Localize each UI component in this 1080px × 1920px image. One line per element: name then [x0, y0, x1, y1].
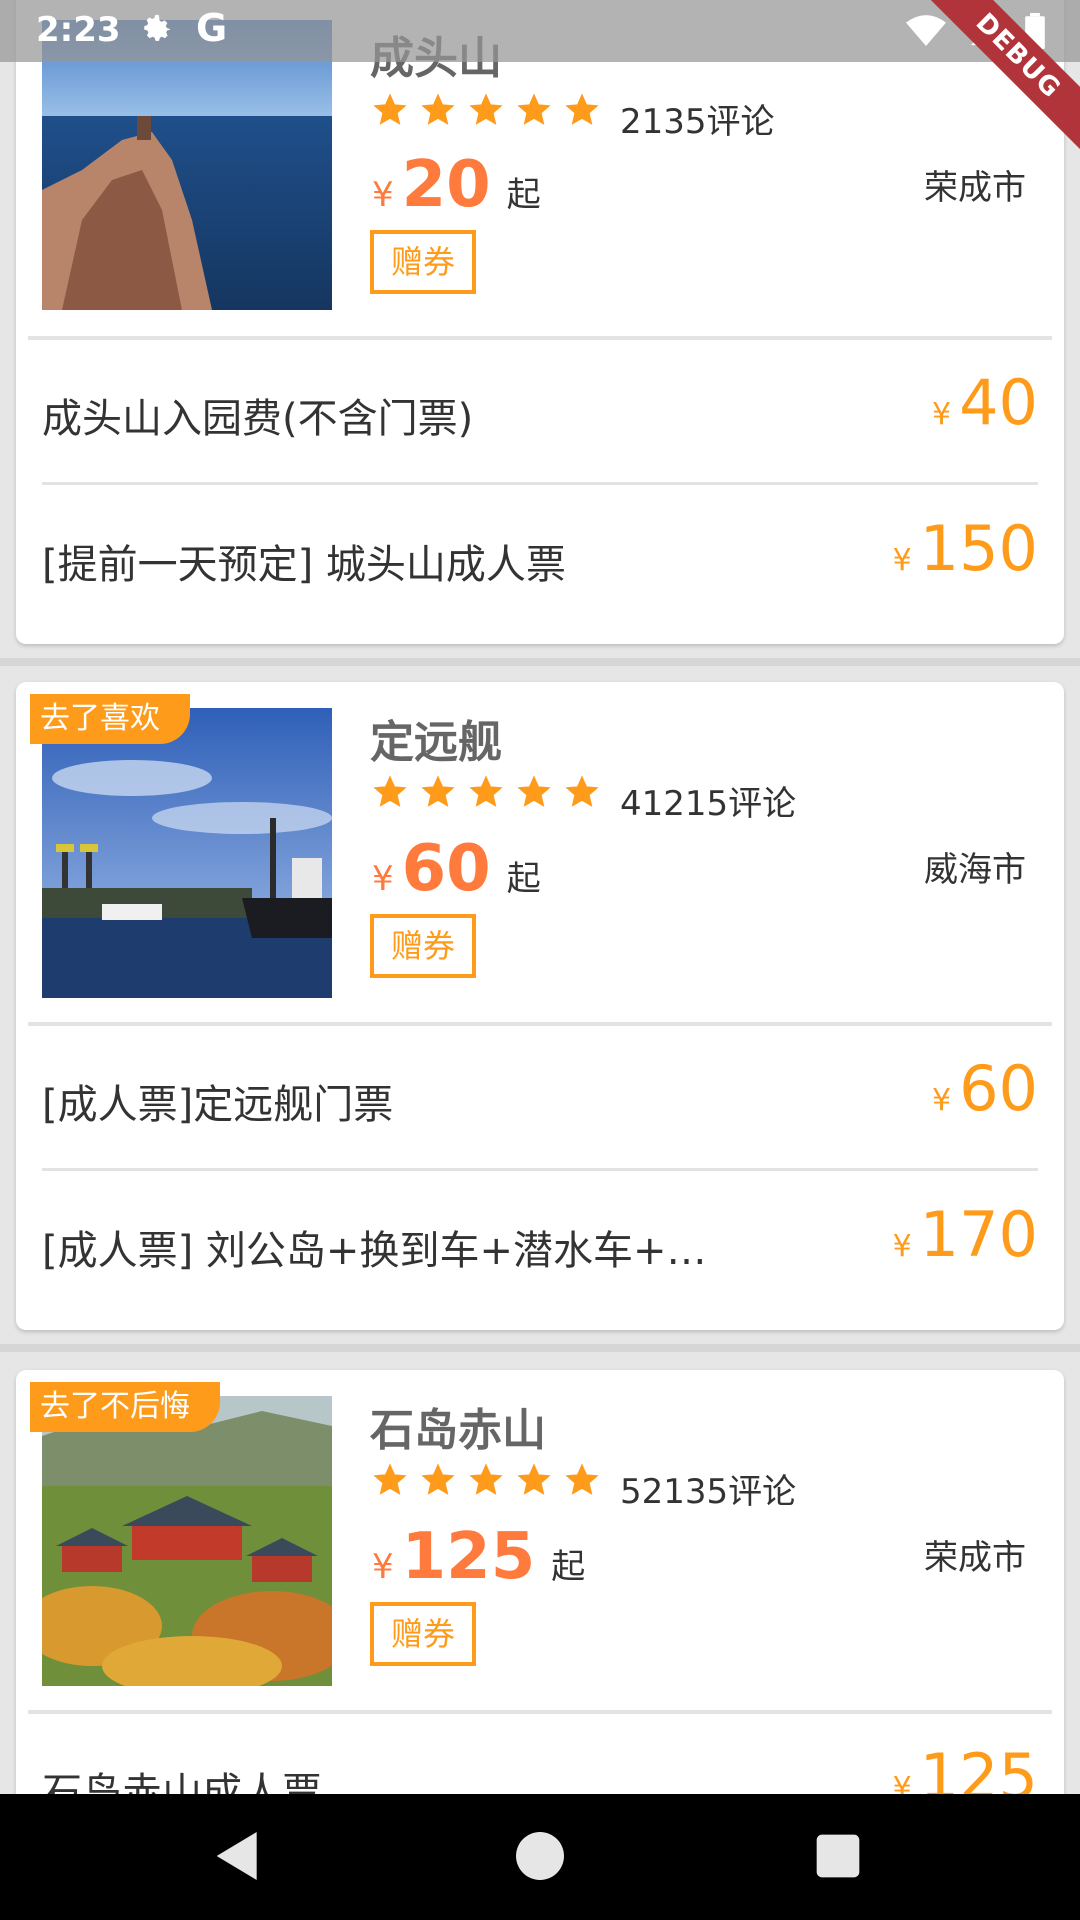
google-icon: G	[196, 6, 228, 50]
ticket-name: 石岛赤山成人票	[42, 1770, 322, 1794]
review-count: 2135评论	[620, 102, 775, 142]
coupon-badge[interactable]: 赠券	[370, 1602, 476, 1666]
ticket-name: [成人票] 刘公岛+换到车+潜水车+董...	[42, 1228, 742, 1274]
review-count: 41215评论	[620, 784, 797, 824]
divider	[42, 1168, 1038, 1171]
currency-symbol: ¥	[892, 1771, 912, 1794]
back-icon[interactable]	[206, 1824, 270, 1888]
star-icon	[469, 1463, 503, 1495]
scenic-card[interactable]: 去了喜欢 定远舰 41215评论 ¥ 60 起 威海市 赠券 [成人票]定远舰门…	[16, 682, 1064, 1330]
star-icon	[373, 1463, 407, 1495]
star-icon	[421, 775, 455, 807]
divider	[28, 1710, 1052, 1714]
currency-symbol: ¥	[892, 1229, 912, 1264]
start-price: ¥ 20 起	[372, 148, 541, 222]
ticket-name: [成人票]定远舰门票	[42, 1082, 394, 1128]
city-label: 荣成市	[924, 168, 1026, 208]
star-icon	[565, 93, 599, 125]
price-value: 60	[401, 832, 491, 906]
city-label: 威海市	[924, 850, 1026, 890]
star-icon	[421, 93, 455, 125]
coupon-badge[interactable]: 赠券	[370, 230, 476, 294]
star-icon	[373, 775, 407, 807]
scenic-photo	[42, 708, 332, 998]
price-suffix: 起	[506, 175, 541, 215]
coupon-badge[interactable]: 赠券	[370, 914, 476, 978]
star-icon	[517, 775, 551, 807]
scenic-title: 石岛赤山	[370, 1405, 546, 1456]
currency-symbol: ¥	[892, 543, 912, 578]
star-icon	[421, 1463, 455, 1495]
ticket-price-value: 170	[919, 1198, 1038, 1271]
star-icon	[517, 1463, 551, 1495]
ticket-price: ¥ 125	[893, 1740, 1038, 1794]
scenic-photo	[42, 1396, 332, 1686]
divider	[28, 1022, 1052, 1026]
gear-icon	[144, 14, 171, 41]
start-price: ¥ 60 起	[372, 832, 541, 906]
start-price: ¥ 125 起	[372, 1520, 585, 1594]
review-count: 52135评论	[620, 1472, 797, 1512]
status-bar: 2:23 G DEBUG	[0, 0, 1080, 157]
ticket-name: [提前一天预定] 城头山成人票	[42, 542, 566, 588]
ticket-item[interactable]: 石岛赤山成人票 ¥ 125	[42, 1716, 1038, 1794]
home-icon[interactable]	[508, 1824, 572, 1888]
currency-symbol: ¥	[932, 397, 952, 432]
scroll-list[interactable]: 成头山 2135评论 ¥ 20 起 荣成市 赠券 成头山入园费(不含门票) ¥ …	[0, 0, 1080, 1794]
currency-symbol: ¥	[372, 175, 394, 215]
ticket-price-value: 40	[959, 366, 1038, 439]
scenic-title: 定远舰	[370, 717, 502, 768]
star-icon	[565, 775, 599, 807]
divider	[28, 336, 1052, 340]
city-label: 荣成市	[924, 1538, 1026, 1578]
currency-symbol: ¥	[372, 859, 394, 899]
ticket-price-value: 60	[959, 1052, 1038, 1125]
ticket-price: ¥ 40	[932, 366, 1038, 439]
ticket-price: ¥ 60	[932, 1052, 1038, 1125]
rating-stars	[370, 1460, 602, 1500]
price-suffix: 起	[506, 859, 541, 899]
ticket-item[interactable]: [提前一天预定] 城头山成人票 ¥ 150	[42, 488, 1038, 634]
card-separator	[0, 1344, 1080, 1352]
star-icon	[517, 93, 551, 125]
wifi-icon	[906, 15, 946, 46]
star-icon	[373, 93, 407, 125]
currency-symbol: ¥	[372, 1547, 394, 1587]
star-icon	[469, 93, 503, 125]
currency-symbol: ¥	[932, 1083, 952, 1118]
scenic-tag: 去了喜欢	[30, 694, 190, 744]
ticket-name: 成头山入园费(不含门票)	[42, 396, 474, 442]
star-icon	[565, 1463, 599, 1495]
ticket-price-value: 150	[919, 512, 1038, 585]
status-time: 2:23	[36, 10, 121, 50]
price-value: 125	[401, 1520, 536, 1594]
scenic-photo	[42, 20, 332, 310]
scenic-card[interactable]: 去了不后悔 石岛赤山 52135评论 ¥ 125 起 荣成市 赠券 石岛赤山成人…	[16, 1370, 1064, 1794]
scenic-card[interactable]: 成头山 2135评论 ¥ 20 起 荣成市 赠券 成头山入园费(不含门票) ¥ …	[16, 0, 1064, 644]
ticket-price: ¥ 170	[893, 1198, 1038, 1271]
scenic-tag: 去了不后悔	[30, 1382, 220, 1432]
divider	[42, 482, 1038, 485]
ticket-item[interactable]: [成人票]定远舰门票 ¥ 60	[42, 1028, 1038, 1174]
ticket-item[interactable]: [成人票] 刘公岛+换到车+潜水车+董... ¥ 170	[42, 1174, 1038, 1320]
rating-stars	[370, 90, 602, 130]
star-icon	[469, 775, 503, 807]
ticket-item[interactable]: 成头山入园费(不含门票) ¥ 40	[42, 342, 1038, 488]
rating-stars	[370, 772, 602, 812]
price-value: 20	[401, 148, 491, 222]
ticket-price: ¥ 150	[893, 512, 1038, 585]
navigation-bar	[0, 1794, 1080, 1920]
ticket-price-value: 125	[919, 1740, 1038, 1794]
card-separator	[0, 658, 1080, 666]
recents-icon[interactable]	[806, 1824, 870, 1888]
price-suffix: 起	[551, 1547, 586, 1587]
